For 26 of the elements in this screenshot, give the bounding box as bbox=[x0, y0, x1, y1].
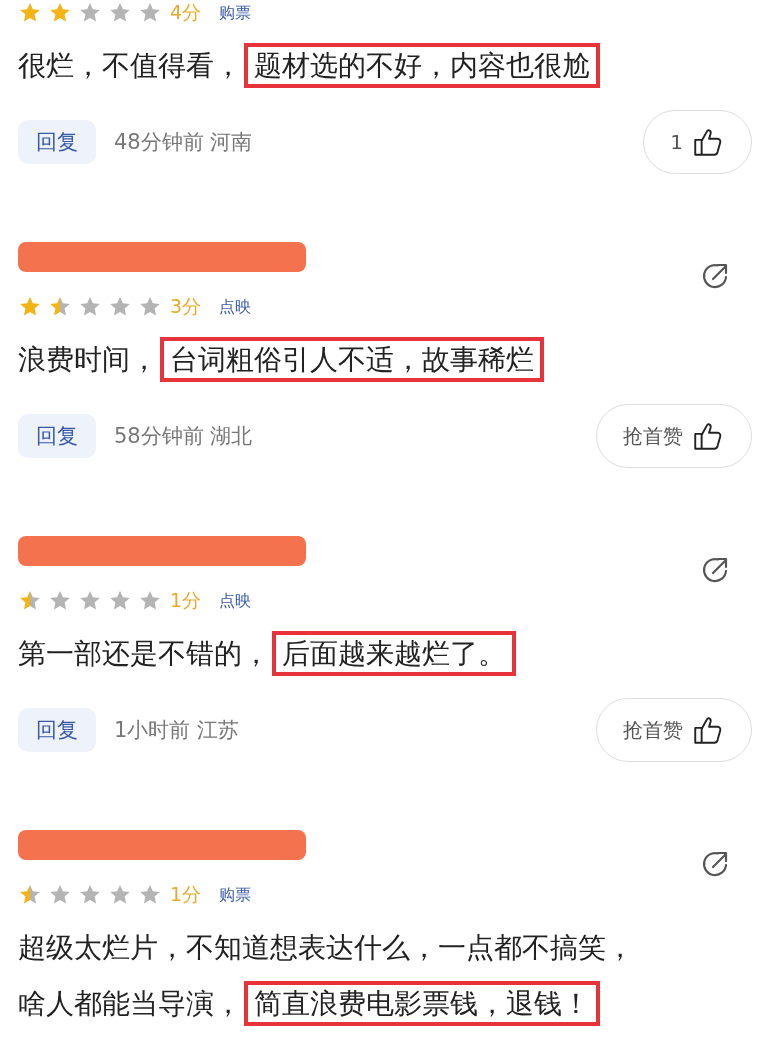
highlighted-text: 题材选的不好，内容也很尬 bbox=[244, 43, 600, 88]
source-tag: 点映 bbox=[219, 296, 252, 318]
like-button[interactable]: 抢首赞 bbox=[596, 404, 752, 468]
comment-text: 第一部还是不错的， bbox=[18, 637, 270, 670]
comment-text: 浪费时间， bbox=[18, 343, 158, 376]
comment-text: 很烂，不值得看， bbox=[18, 49, 242, 82]
like-button[interactable]: 1 bbox=[643, 110, 752, 174]
source-tag: 购票 bbox=[219, 2, 252, 24]
source-tag: 购票 bbox=[219, 884, 252, 906]
rating-score: 1分 bbox=[170, 588, 202, 613]
comment-meta: 58分钟前 湖北 bbox=[114, 423, 254, 450]
comment-text: 超级太烂片，不知道想表达什么，一点都不搞笑， bbox=[18, 931, 634, 964]
highlighted-text: 简直浪费电影票钱，退钱！ bbox=[244, 981, 600, 1026]
comment-text: 啥人都能当导演， bbox=[18, 987, 242, 1020]
highlighted-text: 台词粗俗引人不适，故事稀烂 bbox=[160, 337, 544, 382]
rating-score: 1分 bbox=[170, 882, 202, 907]
rating-score: 3分 bbox=[170, 294, 202, 319]
like-button[interactable]: 抢首赞 bbox=[596, 698, 752, 762]
reply-button[interactable]: 回复 bbox=[18, 708, 96, 752]
reply-button[interactable]: 回复 bbox=[18, 414, 96, 458]
rating-score: 4分 bbox=[170, 0, 202, 25]
highlighted-text: 后面越来越烂了。 bbox=[272, 631, 516, 676]
comment-meta: 1小时前 江苏 bbox=[114, 717, 241, 744]
source-tag: 点映 bbox=[219, 590, 252, 612]
comment-meta: 48分钟前 河南 bbox=[114, 129, 254, 156]
reply-button[interactable]: 回复 bbox=[18, 120, 96, 164]
